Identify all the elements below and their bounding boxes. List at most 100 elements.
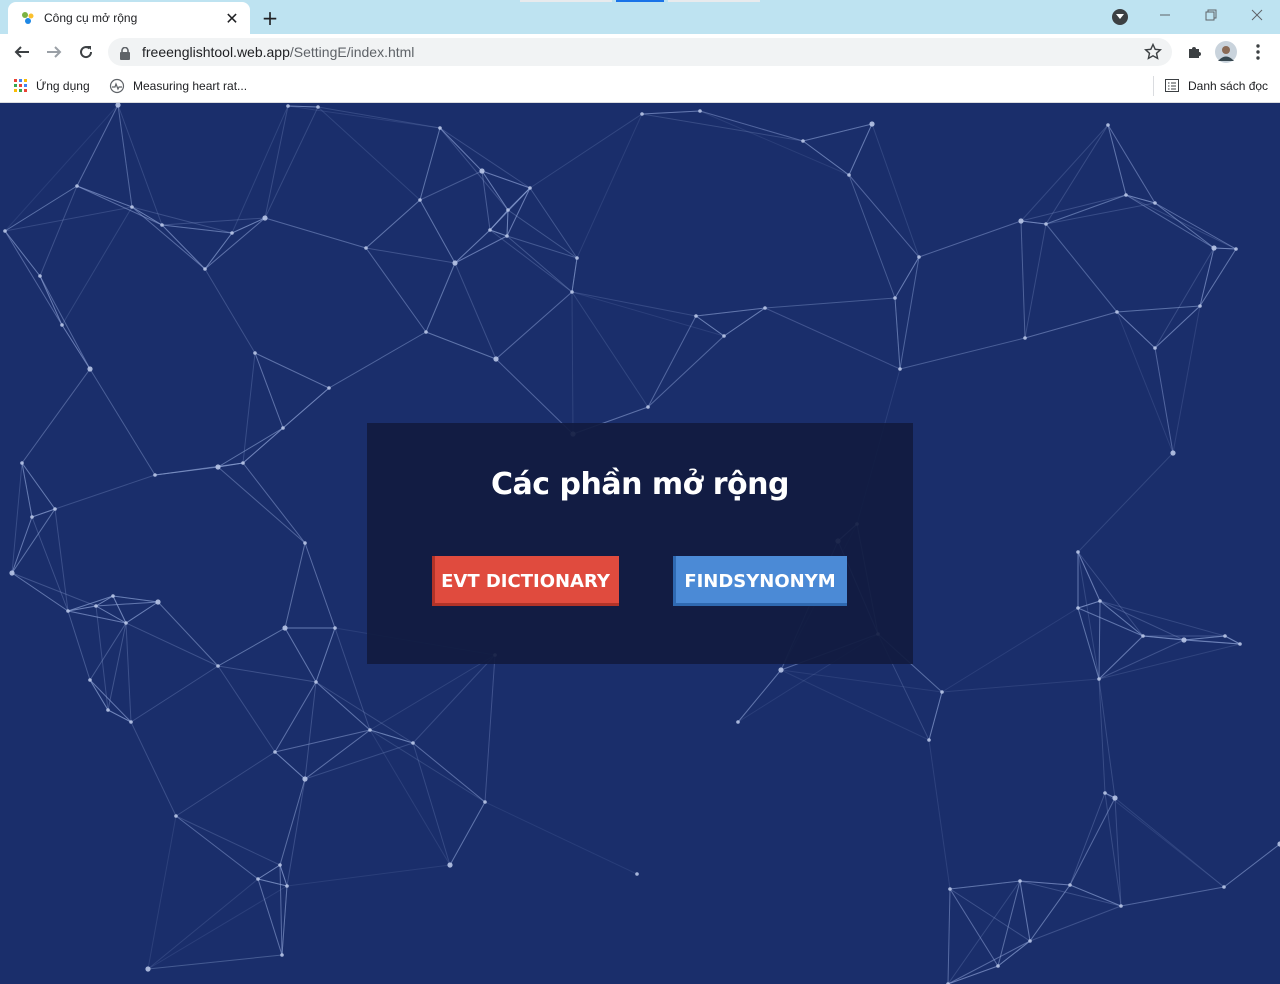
network-line xyxy=(506,235,573,293)
network-line xyxy=(1199,248,1237,307)
network-line xyxy=(449,801,486,866)
network-line xyxy=(287,105,441,129)
network-node xyxy=(847,173,851,177)
network-line xyxy=(1020,220,1026,339)
network-line xyxy=(1098,639,1185,680)
network-node xyxy=(411,741,415,745)
network-line xyxy=(131,206,163,226)
findsynonym-button[interactable]: FINDSYNONYM xyxy=(673,556,847,606)
new-tab-button[interactable]: + xyxy=(258,6,282,30)
browser-tab[interactable]: Công cụ mở rộng ✕ xyxy=(8,2,250,34)
lock-icon[interactable] xyxy=(120,45,130,64)
network-line xyxy=(4,230,63,326)
network-node xyxy=(1018,879,1022,883)
network-node xyxy=(1234,247,1238,251)
more-menu-icon[interactable] xyxy=(1244,38,1272,66)
network-line xyxy=(506,235,578,259)
network-line xyxy=(439,127,531,189)
network-line xyxy=(641,110,701,115)
network-node xyxy=(38,274,42,278)
network-node xyxy=(917,255,921,259)
network-node xyxy=(488,228,492,232)
network-node xyxy=(483,800,487,804)
network-line xyxy=(125,622,132,723)
network-line xyxy=(304,542,336,629)
network-line xyxy=(947,880,1021,984)
network-line xyxy=(764,297,896,309)
restore-window-icon[interactable] xyxy=(1188,0,1234,30)
network-line xyxy=(130,721,177,817)
url-text: freeenglishtool.web.app/SettingE/index.h… xyxy=(142,44,414,60)
bookmark-heart-rate[interactable]: Measuring heart rat... xyxy=(109,76,247,96)
network-node xyxy=(1106,123,1110,127)
network-node xyxy=(155,599,161,605)
network-line xyxy=(284,627,317,683)
network-line xyxy=(1069,797,1116,886)
network-node xyxy=(778,667,784,673)
network-node xyxy=(1222,885,1226,889)
network-node xyxy=(364,246,368,250)
reload-icon[interactable] xyxy=(72,38,100,66)
network-line xyxy=(481,170,531,189)
network-line xyxy=(21,462,33,518)
forward-arrow-icon[interactable] xyxy=(40,38,68,66)
network-node xyxy=(94,604,98,608)
extensions-puzzle-icon[interactable] xyxy=(1180,38,1208,66)
network-line xyxy=(419,127,441,201)
minimize-window-icon[interactable] xyxy=(1142,0,1188,30)
tab-search-icon[interactable] xyxy=(1112,9,1128,25)
network-line xyxy=(1104,792,1122,907)
network-line xyxy=(175,815,259,880)
address-bar[interactable]: freeenglishtool.web.app/SettingE/index.h… xyxy=(108,38,1172,66)
network-line xyxy=(941,607,1079,693)
page-content: Các phần mở rộng EVT DICTIONARY FINDSYNO… xyxy=(0,103,1280,984)
network-node xyxy=(575,256,579,260)
bookmarks-divider xyxy=(1153,76,1154,96)
profile-avatar[interactable] xyxy=(1212,38,1240,66)
network-line xyxy=(217,665,317,683)
network-node xyxy=(203,267,207,271)
network-line xyxy=(264,105,289,219)
network-line xyxy=(67,610,91,681)
network-node xyxy=(418,198,422,202)
network-line xyxy=(281,885,288,956)
network-line xyxy=(1116,311,1156,349)
network-line xyxy=(899,337,1026,370)
evt-dictionary-button[interactable]: EVT DICTIONARY xyxy=(432,556,619,606)
network-line xyxy=(1077,600,1101,609)
network-node xyxy=(302,776,308,782)
network-line xyxy=(848,174,896,299)
network-line xyxy=(425,331,497,360)
network-node xyxy=(452,260,458,266)
network-line xyxy=(439,127,509,211)
bookmark-star-icon[interactable] xyxy=(1143,42,1163,65)
network-node xyxy=(160,223,164,227)
network-line xyxy=(997,880,1021,967)
network-line xyxy=(76,104,119,187)
network-node xyxy=(20,461,24,465)
url-host: freeenglishtool.web.app xyxy=(142,44,290,60)
network-line xyxy=(928,739,951,890)
browser-toolbar: freeenglishtool.web.app/SettingE/index.h… xyxy=(0,34,1280,70)
network-line xyxy=(31,516,69,612)
network-line xyxy=(949,880,1021,890)
bookmark-apps[interactable]: Ứng dụng xyxy=(14,76,90,96)
network-line xyxy=(484,801,638,875)
network-line xyxy=(1029,884,1071,942)
network-node xyxy=(1098,599,1102,603)
network-node xyxy=(1181,637,1187,643)
network-node xyxy=(646,405,650,409)
close-window-icon[interactable] xyxy=(1234,0,1280,30)
network-node xyxy=(9,570,15,576)
back-arrow-icon[interactable] xyxy=(8,38,36,66)
network-line xyxy=(89,679,132,723)
network-line xyxy=(1116,305,1201,313)
network-line xyxy=(894,297,901,370)
network-line xyxy=(107,622,127,711)
network-line xyxy=(1077,607,1144,637)
reading-list-button[interactable]: Danh sách đọc xyxy=(1165,76,1268,96)
network-line xyxy=(54,508,69,612)
network-line xyxy=(571,291,649,408)
tab-close-icon[interactable]: ✕ xyxy=(222,8,242,28)
network-line xyxy=(89,368,156,476)
